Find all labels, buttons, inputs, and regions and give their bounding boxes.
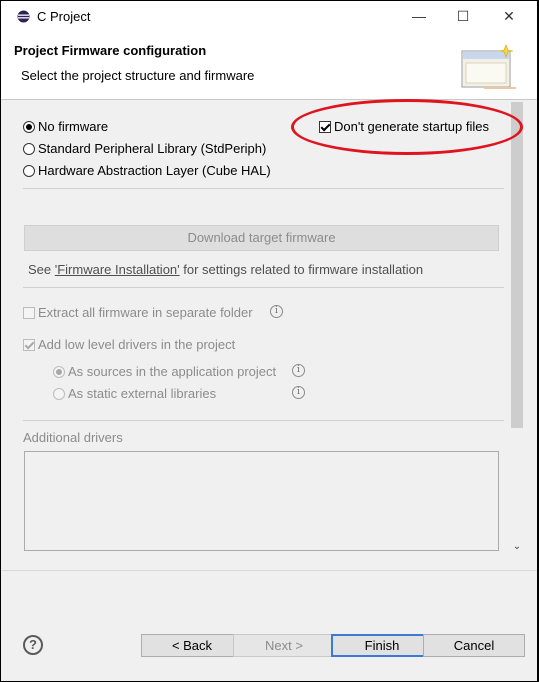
download-firmware-button[interactable]: Download target firmware: [24, 225, 499, 251]
radio-label: No firmware: [38, 119, 109, 134]
hint-prefix: See: [28, 262, 55, 277]
title-bar: C Project — ☐ ✕: [1, 1, 537, 31]
next-button[interactable]: Next >: [233, 634, 335, 657]
checkbox-label: Don't generate startup files: [334, 119, 489, 134]
firmware-installation-hint: See 'Firmware Installation' for settings…: [28, 262, 423, 277]
back-button[interactable]: < Back: [141, 634, 243, 657]
radio-label: Hardware Abstraction Layer (Cube HAL): [38, 163, 271, 178]
radio-indicator[interactable]: [23, 120, 35, 133]
radio-as-sources[interactable]: As sources in the application project: [53, 364, 276, 379]
radio-label: Standard Peripheral Library (StdPeriph): [38, 141, 267, 156]
eclipse-icon: [17, 10, 30, 23]
checkbox-indicator[interactable]: [23, 306, 35, 319]
radio-stdperiph[interactable]: Standard Peripheral Library (StdPeriph): [23, 141, 266, 156]
checkbox-label: Extract all firmware in separate folder: [38, 305, 253, 320]
wizard-banner-icon: [461, 44, 516, 89]
radio-as-static[interactable]: As static external libraries: [53, 386, 216, 401]
page-title: Project Firmware configuration: [14, 43, 207, 58]
checkbox-indicator[interactable]: [23, 338, 35, 351]
additional-drivers-label: Additional drivers: [23, 430, 123, 445]
content-area: No firmware Standard Peripheral Library …: [1, 100, 537, 570]
radio-cube-hal[interactable]: Hardware Abstraction Layer (Cube HAL): [23, 163, 271, 178]
separator: [23, 420, 504, 421]
extract-firmware-checkbox[interactable]: Extract all firmware in separate folder: [23, 305, 253, 320]
wizard-header: Project Firmware configuration Select th…: [1, 31, 537, 100]
radio-no-firmware[interactable]: No firmware: [23, 119, 108, 134]
checkbox-indicator[interactable]: [319, 120, 331, 133]
help-icon[interactable]: ?: [23, 635, 43, 655]
minimize-button[interactable]: —: [399, 3, 439, 29]
radio-indicator[interactable]: [53, 387, 65, 400]
page-subtitle: Select the project structure and firmwar…: [21, 68, 255, 83]
button-bar: ? < Back Next > Finish Cancel: [1, 570, 537, 681]
vertical-scrollbar[interactable]: ⌄: [510, 100, 524, 565]
scrollbar-thumb[interactable]: [511, 102, 523, 428]
maximize-button[interactable]: ☐: [443, 3, 483, 29]
separator: [23, 287, 504, 288]
finish-button[interactable]: Finish: [331, 634, 433, 657]
info-icon[interactable]: i: [270, 305, 283, 318]
radio-indicator[interactable]: [53, 365, 65, 378]
scroll-down-arrow-icon[interactable]: ⌄: [510, 541, 524, 552]
radio-indicator[interactable]: [23, 164, 35, 177]
radio-indicator[interactable]: [23, 142, 35, 155]
separator: [23, 188, 504, 189]
close-button[interactable]: ✕: [489, 3, 529, 29]
dialog-window: C Project — ☐ ✕ Project Firmware configu…: [1, 1, 537, 681]
radio-label: As sources in the application project: [68, 364, 277, 379]
info-icon[interactable]: i: [292, 364, 305, 377]
cancel-button[interactable]: Cancel: [423, 634, 525, 657]
hint-suffix: for settings related to firmware install…: [179, 262, 424, 277]
radio-label: As static external libraries: [68, 386, 217, 401]
additional-drivers-list[interactable]: [24, 451, 499, 551]
firmware-installation-link[interactable]: 'Firmware Installation': [55, 262, 180, 277]
add-low-level-drivers-checkbox[interactable]: Add low level drivers in the project: [23, 337, 235, 352]
window-title: C Project: [37, 9, 91, 24]
no-startup-files-checkbox[interactable]: Don't generate startup files: [319, 119, 489, 134]
checkbox-label: Add low level drivers in the project: [38, 337, 236, 352]
info-icon[interactable]: i: [292, 386, 305, 399]
